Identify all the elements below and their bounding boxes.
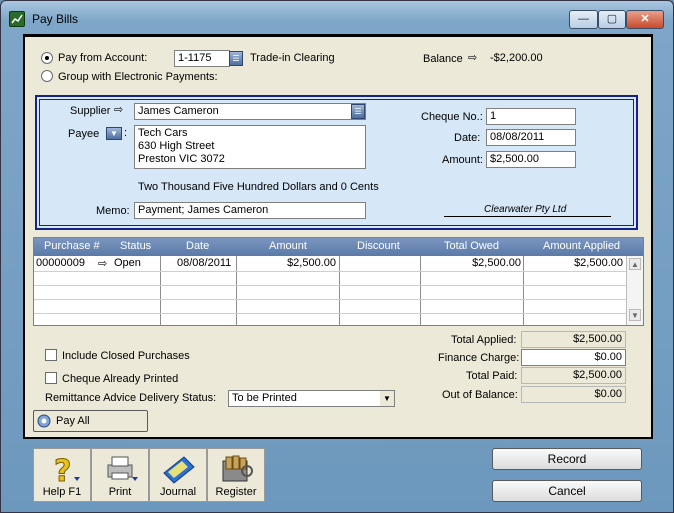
purchase-amount: $2,500.00 [287,257,336,269]
printer-icon [107,456,138,481]
purchase-status: Open [114,257,141,269]
close-button[interactable]: ✕ [626,10,664,29]
pay-all-button[interactable]: Pay All [33,410,148,432]
journal-label: Journal [159,486,197,498]
account-list-button[interactable]: ☰ [229,51,243,66]
supplier-field[interactable]: James Cameron [134,103,366,120]
payee-line-3: Preston VIC 3072 [138,153,225,165]
help-label: Help F1 [42,486,82,498]
account-name: Trade-in Clearing [250,52,335,64]
finance-charge-field[interactable]: $0.00 [521,349,626,366]
include-closed-checkbox[interactable] [45,349,57,361]
pay-bills-window: Pay Bills — ▢ ✕ Pay from Account: 1-1175… [0,0,674,513]
purchase-amount-applied[interactable]: $2,500.00 [526,257,623,269]
payee-dropdown-button[interactable]: ▼ [106,127,122,140]
col-amount-applied: Amount Applied [543,240,621,252]
chevron-down-icon[interactable]: ▼ [380,391,394,406]
purchase-total-owed: $2,500.00 [472,257,521,269]
out-of-balance-value: $0.00 [521,386,626,403]
cheque-no-label: Cheque No.: [421,111,483,123]
table-row[interactable]: 00000009 ⇨ Open 08/08/2011 $2,500.00 $2,… [34,257,626,271]
amount-label: Amount: [442,154,483,166]
date-label: Date: [454,132,481,144]
balance-value: -$2,200.00 [490,52,543,64]
balance-label: Balance [423,53,463,65]
total-paid-value: $2,500.00 [521,367,626,384]
col-total-owed: Total Owed [444,240,500,252]
signature-text: Clearwater Pty Ltd [484,204,567,215]
col-purchase-no: Purchase # [44,240,100,252]
maximize-button[interactable]: ▢ [598,10,626,29]
supplier-zoom-arrow-icon[interactable]: ⇨ [114,105,123,116]
account-number-field[interactable]: 1-1175 [174,50,230,67]
pay-all-label: Pay All [56,415,90,427]
register-button[interactable]: Register [207,448,265,502]
pay-from-account-label: Pay from Account: [58,52,148,64]
scroll-up-icon[interactable]: ▲ [629,258,641,270]
grid-header: Purchase # Status Date Amount Discount T… [34,238,643,256]
total-applied-value: $2,500.00 [521,331,626,348]
supplier-list-button[interactable]: ☰ [351,104,365,119]
col-discount: Discount [357,240,400,252]
print-button[interactable]: Print [91,448,149,502]
total-paid-label: Total Paid: [466,370,518,382]
purchase-date: 08/08/2011 [177,257,232,269]
journal-icon [163,456,195,484]
date-field[interactable]: 08/08/2011 [486,129,576,146]
payee-colon: : [124,127,128,139]
col-status: Status [120,240,152,252]
purchase-number[interactable]: 00000009 [36,257,85,269]
cancel-button[interactable]: Cancel [492,480,642,502]
out-of-balance-label: Out of Balance: [442,389,518,401]
col-amount: Amount [269,240,307,252]
include-closed-label: Include Closed Purchases [62,350,190,362]
remittance-select[interactable]: To be Printed [228,390,395,407]
group-electronic-radio[interactable] [41,70,53,82]
minimize-button[interactable]: — [569,10,598,29]
payee-line-2: 630 High Street [138,140,215,152]
record-button[interactable]: Record [492,448,642,470]
total-applied-label: Total Applied: [451,334,517,346]
grid-row-line [34,271,626,272]
register-icon [222,455,253,482]
cheque-printed-label: Cheque Already Printed [62,373,179,385]
payee-line-1: Tech Cars [138,127,188,139]
cheque-printed-checkbox[interactable] [45,372,57,384]
grid-row-line [34,285,626,286]
window-title: Pay Bills [32,12,79,26]
purchases-grid: Purchase # Status Date Amount Discount T… [33,237,644,326]
help-icon: ? [54,454,80,485]
open-arrow-icon[interactable]: ⇨ [98,257,107,270]
grid-scrollbar[interactable]: ▲ ▼ [626,256,643,325]
register-label: Register [215,486,257,498]
signature-line [444,216,611,217]
help-button[interactable]: ? Help F1 [33,448,91,502]
supplier-label: Supplier [70,105,111,117]
payee-address-field[interactable]: Tech Cars 630 High Street Preston VIC 30… [134,125,366,169]
memo-field[interactable]: Payment; James Cameron [134,202,366,219]
scroll-down-icon[interactable]: ▼ [629,309,641,321]
journal-button[interactable]: Journal [149,448,207,502]
svg-text:?: ? [54,454,71,485]
grid-row-line [34,299,626,300]
payee-label: Payee [68,128,100,140]
amount-field[interactable]: $2,500.00 [486,151,576,168]
cheque-no-field[interactable]: 1 [486,108,576,125]
memo-label: Memo: [96,205,130,217]
finance-charge-label: Finance Charge: [438,352,520,364]
zoom-arrow-icon[interactable]: ⇨ [468,53,477,64]
amount-in-words: Two Thousand Five Hundred Dollars and 0 … [138,181,379,193]
grid-row-line [34,313,626,314]
col-date: Date [186,240,210,252]
title-bar: Pay Bills — ▢ ✕ [1,1,673,35]
print-label: Print [108,486,132,498]
pay-all-icon [37,414,51,428]
remittance-label: Remittance Advice Delivery Status: [45,392,217,404]
app-icon [9,11,25,27]
pay-from-account-radio[interactable] [41,52,53,64]
group-electronic-label: Group with Electronic Payments: [58,71,218,83]
